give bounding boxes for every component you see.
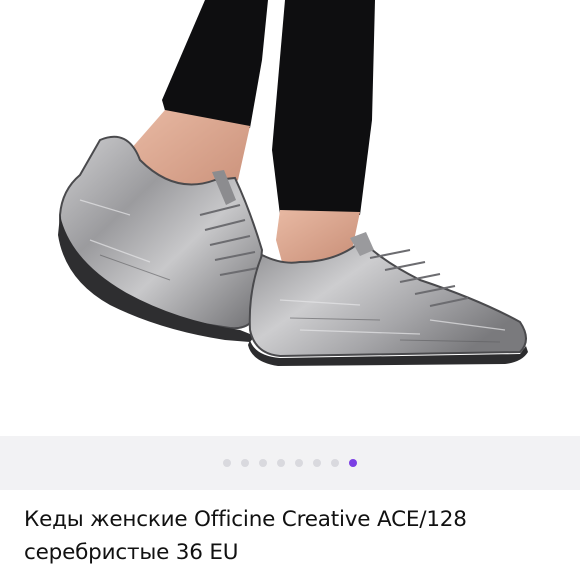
product-image-gallery[interactable]: [0, 0, 580, 436]
pagination-dot[interactable]: [331, 459, 339, 467]
pagination-dot[interactable]: [259, 459, 267, 467]
product-photo: [58, 0, 528, 366]
pagination-dot[interactable]: [295, 459, 303, 467]
product-title: Кеды женские Officine Creative ACE/128 с…: [24, 507, 467, 565]
pagination-dot[interactable]: [277, 459, 285, 467]
pagination-dot[interactable]: [241, 459, 249, 467]
pagination-dot-active[interactable]: [349, 459, 357, 467]
pagination-dot[interactable]: [313, 459, 321, 467]
gallery-pagination: [0, 436, 580, 490]
pagination-dot[interactable]: [223, 459, 231, 467]
